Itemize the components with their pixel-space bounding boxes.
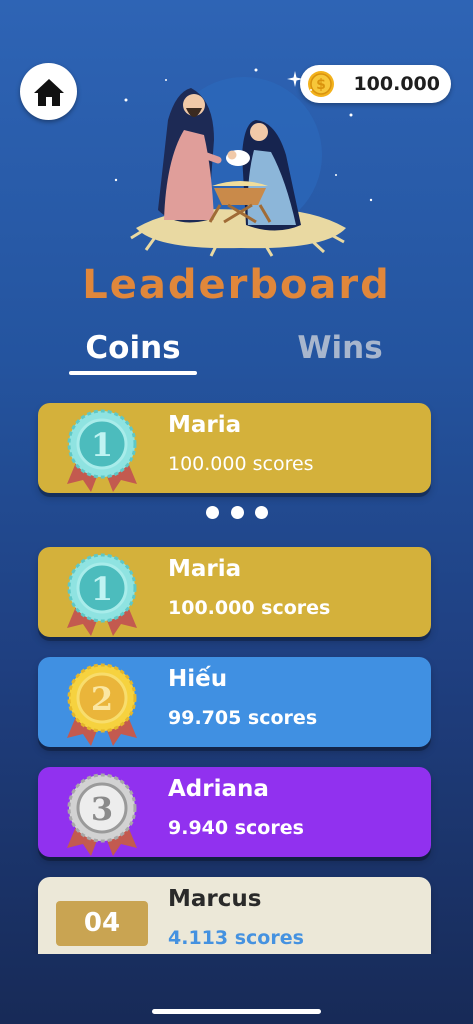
dot [206, 506, 219, 519]
player-name: Maria [168, 556, 242, 582]
rank-2-medal-icon: 2 [67, 663, 137, 746]
leaderboard-row-2[interactable]: 2 Hiếu 99.705 scores [38, 657, 431, 747]
player-name: Adriana [168, 776, 269, 802]
home-indicator[interactable] [152, 1009, 321, 1014]
player-score: 100.000 scores [168, 597, 331, 619]
tab-wins[interactable]: Wins [280, 330, 400, 366]
svg-text:1: 1 [91, 570, 113, 608]
active-tab-indicator [69, 371, 197, 375]
nativity-illustration [114, 68, 373, 257]
leaderboard-row-4[interactable]: 04 Marcus 4.113 scores [38, 877, 431, 954]
home-icon [33, 78, 64, 106]
dot [255, 506, 268, 519]
player-score: 99.705 scores [168, 707, 318, 729]
current-user-card: 1 Maria 100.000 scores [38, 403, 431, 493]
tab-coins[interactable]: Coins [70, 330, 196, 366]
leaderboard-row-3[interactable]: 3 Adriana 9.940 scores [38, 767, 431, 857]
current-user-score: 100.000 scores [168, 453, 314, 475]
svg-text:2: 2 [91, 680, 113, 718]
svg-text:3: 3 [91, 790, 113, 828]
home-button[interactable] [20, 63, 77, 120]
rank-1-medal-icon: 1 [67, 553, 137, 636]
ellipsis-separator [206, 506, 268, 522]
page-title: Leaderboard [82, 262, 391, 308]
dot [230, 506, 244, 519]
player-name: Hiếu [168, 666, 228, 692]
rank-number-badge: 04 [56, 901, 148, 946]
rank-3-medal-icon: 3 [67, 773, 137, 856]
player-score: 9.940 scores [168, 817, 304, 839]
leaderboard-list[interactable]: 1 Maria 100.000 scores 2 Hiếu 99.705 sco… [0, 540, 473, 954]
rank-1-medal-icon: 1 [67, 409, 137, 492]
current-user-name: Maria [168, 412, 242, 438]
svg-text:1: 1 [91, 426, 113, 464]
leaderboard-row-1[interactable]: 1 Maria 100.000 scores [38, 547, 431, 637]
player-score: 4.113 scores [168, 927, 304, 949]
player-name: Marcus [168, 886, 262, 912]
